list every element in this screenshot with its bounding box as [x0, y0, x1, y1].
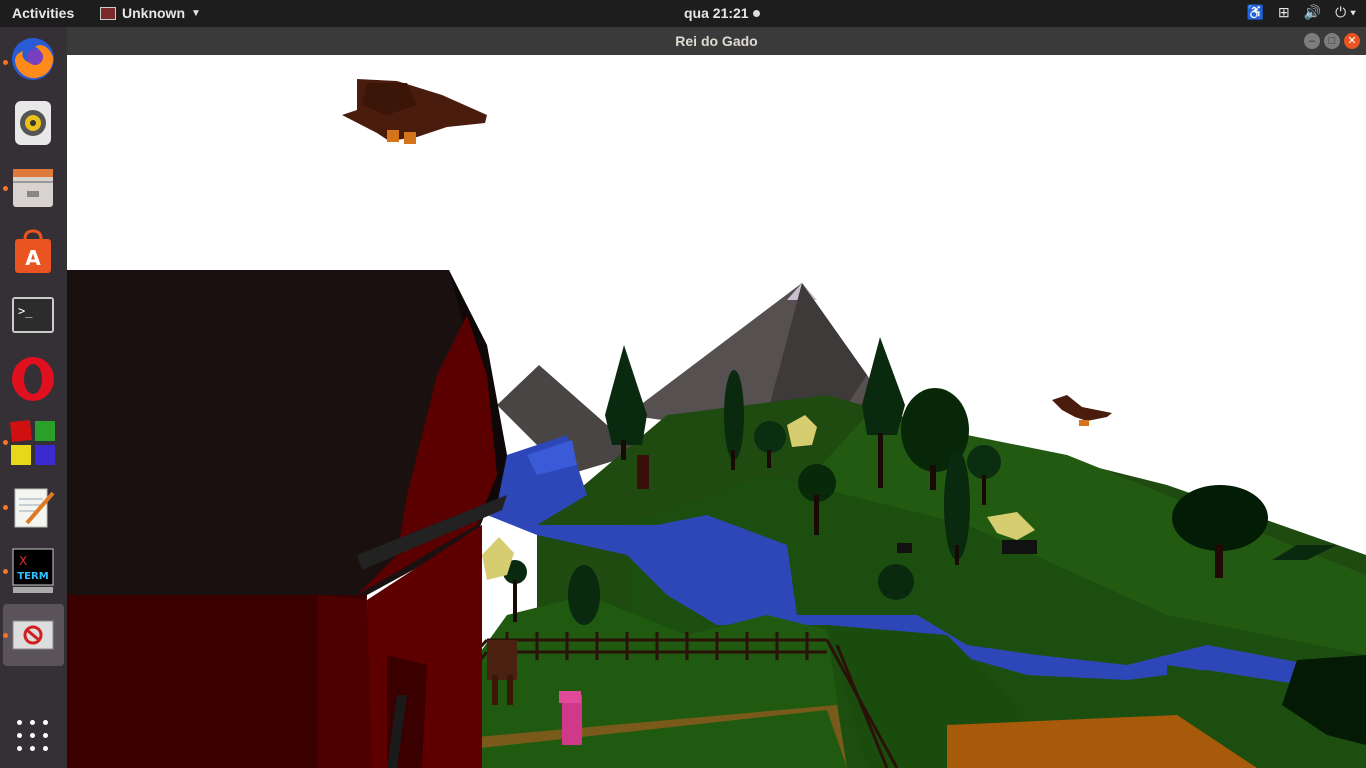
notification-dot-icon — [752, 10, 760, 17]
show-applications-icon[interactable] — [17, 720, 49, 752]
running-game-icon[interactable] — [9, 611, 57, 659]
accessibility-icon[interactable]: ♿ — [1247, 4, 1264, 21]
running-indicator — [3, 186, 8, 191]
text-editor-icon[interactable] — [9, 483, 57, 531]
app-window-icon — [100, 6, 116, 20]
window-titlebar[interactable]: Rei do Gado – □ ✕ — [67, 27, 1366, 55]
app-menu[interactable]: Unknown ▼ — [100, 5, 201, 21]
running-indicator — [3, 569, 8, 574]
game-scene — [67, 55, 1366, 768]
color-grid-app-icon[interactable] — [9, 419, 57, 467]
network-icon[interactable]: ⊞ — [1278, 4, 1290, 21]
clock-button[interactable]: qua 21:21 — [684, 5, 760, 21]
running-indicator — [3, 60, 8, 65]
xterm-icon-term-text: TERM — [17, 571, 48, 582]
svg-text:A: A — [25, 246, 41, 270]
power-icon[interactable]: ⏻ ▾ — [1335, 4, 1356, 21]
app-menu-label: Unknown — [122, 5, 185, 21]
rhythmbox-icon[interactable] — [9, 99, 57, 147]
running-indicator — [3, 633, 8, 638]
volume-icon[interactable]: 🔊 — [1304, 4, 1321, 21]
opera-icon[interactable] — [9, 355, 57, 403]
chevron-down-icon: ▼ — [191, 7, 201, 19]
activities-button[interactable]: Activities — [12, 5, 74, 21]
dock: A >_ X TERM — [0, 27, 67, 768]
game-viewport[interactable] — [67, 55, 1366, 768]
window-title: Rei do Gado — [675, 33, 758, 49]
running-indicator — [3, 505, 8, 510]
firefox-icon[interactable] — [9, 35, 57, 83]
files-icon[interactable] — [9, 163, 57, 211]
system-tray: ♿ ⊞ 🔊 ⏻ ▾ — [1247, 4, 1356, 21]
barn — [67, 270, 507, 768]
terminal-icon[interactable]: >_ — [9, 291, 57, 339]
xterm-icon[interactable]: X TERM — [9, 547, 57, 595]
close-button[interactable]: ✕ — [1344, 33, 1360, 49]
top-panel: Activities Unknown ▼ qua 21:21 ♿ ⊞ 🔊 ⏻ ▾ — [0, 0, 1366, 27]
clock-label: qua 21:21 — [684, 5, 749, 21]
running-indicator — [3, 440, 8, 445]
minimize-button[interactable]: – — [1304, 33, 1320, 49]
maximize-button[interactable]: □ — [1324, 33, 1340, 49]
svg-text:>_: >_ — [18, 304, 33, 318]
xterm-icon-x-text: X — [19, 554, 27, 568]
ubuntu-software-icon[interactable]: A — [9, 227, 57, 275]
